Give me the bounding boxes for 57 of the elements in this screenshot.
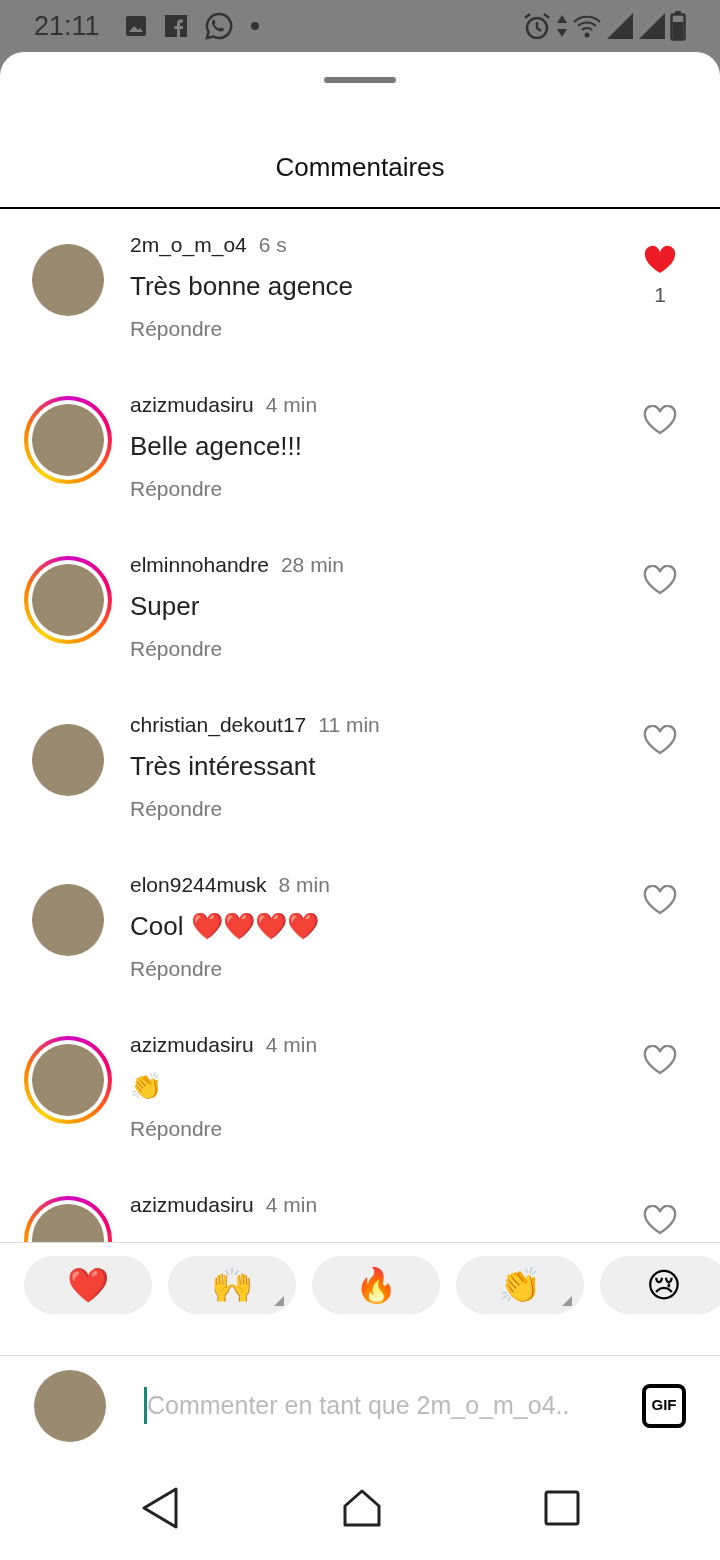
heart-icon[interactable] [643,1045,677,1075]
data-arrows-icon [556,13,568,39]
image-icon [123,14,148,38]
sheet-title: Commentaires [274,151,446,184]
comment-time: 6 s [258,233,287,256]
home-icon[interactable] [342,1487,382,1528]
comment-time: 4 min [265,393,318,416]
drag-handle[interactable] [324,77,396,83]
signal-icon [638,12,666,40]
heart-icon[interactable] [643,565,677,595]
comment-text: Très bonne agence [130,269,355,303]
reaction-button[interactable]: 🔥 [312,1256,440,1314]
comment-time: 8 min [278,873,330,896]
avatar-circle[interactable] [32,404,104,476]
heart-icon[interactable] [643,405,677,435]
reply-link[interactable]: Répondre [130,632,223,664]
comment-text: Super [130,589,201,623]
username[interactable]: azizmudasiru [130,1033,254,1056]
reply-link[interactable]: Répondre [130,952,223,984]
gif-button[interactable]: GIF [642,1383,686,1428]
heart-icon[interactable] [643,1205,677,1235]
reply-link[interactable]: Répondre [130,1112,223,1144]
username[interactable]: elon9244musk [130,873,267,896]
dot-icon [249,21,260,31]
recents-icon[interactable] [544,1489,580,1526]
comment-text: 👏 [130,1069,163,1103]
back-icon[interactable] [140,1485,180,1530]
comment-time: 4 min [265,1193,318,1216]
heart-filled-icon[interactable] [643,245,677,275]
wifi-icon [572,13,602,39]
reaction-button[interactable]: ❤ [24,1256,152,1314]
avatar-circle[interactable] [32,1044,104,1116]
reply-link[interactable]: Répondre [130,312,223,344]
username[interactable]: azizmudasiru [130,393,254,416]
username[interactable]: elminnohandre [130,553,269,576]
comment-text: Belle agence!!! [130,429,303,463]
username[interactable]: christian_dekout17 [130,713,307,736]
reply-link[interactable]: Répondre [130,472,223,504]
comment-text: Cool ❤❤❤❤ [130,909,320,943]
reaction-button[interactable]: 😢 [600,1256,720,1314]
heart-icon[interactable] [643,885,677,915]
like-count: 1 [653,282,667,308]
username[interactable]: 2m_o_m_o4 [130,233,247,256]
status-time: 21:11 [34,9,100,43]
comment-time: 28 min [280,553,344,576]
chat-bubble-icon [203,11,234,41]
username[interactable]: azizmudasiru [130,1193,254,1216]
battery-icon [670,11,686,41]
reply-link[interactable]: Répondre [130,792,223,824]
comment-time: 4 min [265,1033,318,1056]
signal-icon [606,12,634,40]
comment-text: Très intéressant [130,749,317,783]
alarm-icon [522,11,552,41]
facebook-icon [163,14,188,38]
avatar-circle[interactable] [32,564,104,636]
heart-icon[interactable] [643,725,677,755]
comment-time: 11 min [318,713,380,736]
